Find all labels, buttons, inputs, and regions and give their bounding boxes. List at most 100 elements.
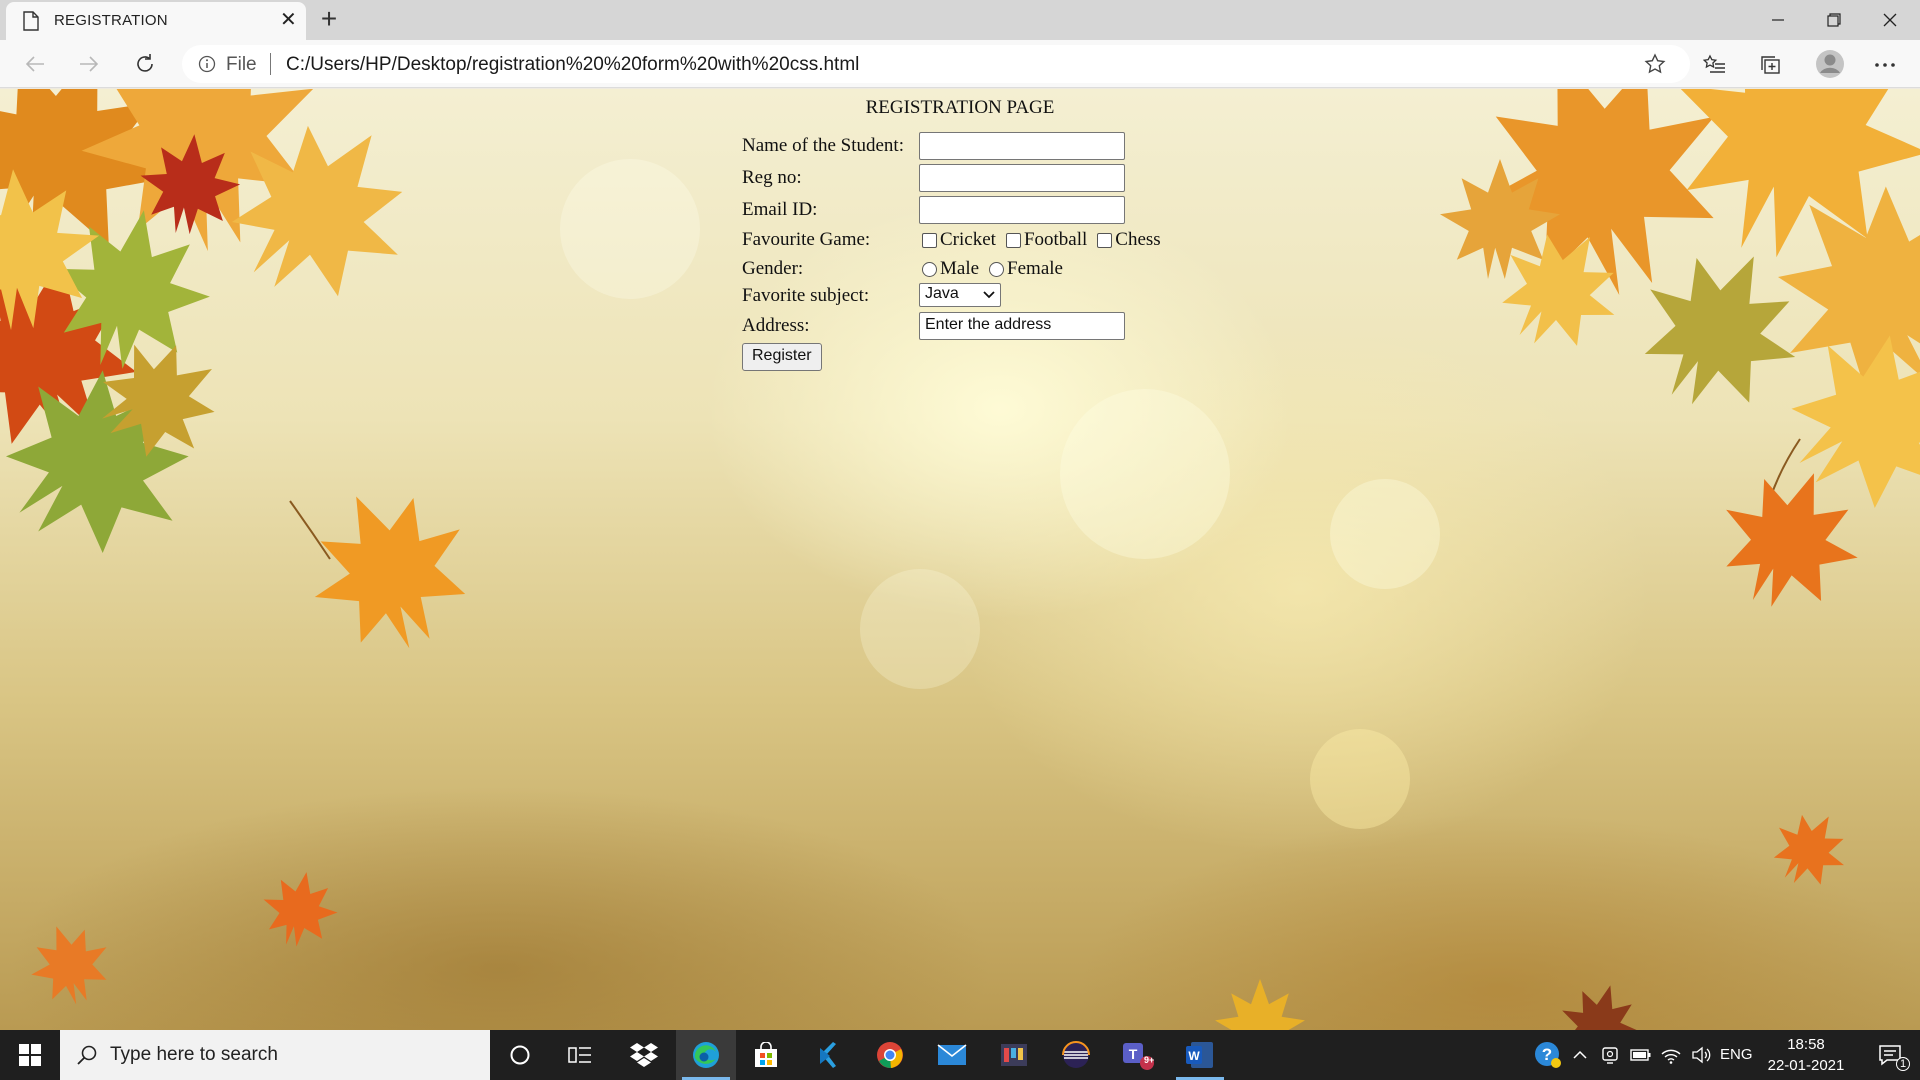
word-app[interactable]: W [1170,1030,1230,1080]
female-radio[interactable] [989,261,1005,277]
cortana-button[interactable] [490,1030,550,1080]
subject-select[interactable]: Java [919,283,1001,307]
eclipse-app[interactable] [1046,1030,1106,1080]
kanban-app[interactable] [984,1030,1044,1080]
search-placeholder: Type here to search [110,1044,278,1065]
browser-toolbar: File C:/Users/HP/Desktop/registration%20… [0,40,1920,88]
address-input[interactable]: Enter the address [919,312,1125,340]
teams-app[interactable]: T 9+ [1108,1030,1168,1080]
cortana-circle-icon [510,1045,530,1065]
system-clock[interactable]: 18:58 22-01-2021 [1758,1034,1854,1076]
close-window-button[interactable] [1862,0,1918,40]
close-icon [1883,13,1897,27]
football-label: Football [1023,229,1088,250]
forward-button[interactable] [72,48,106,80]
football-checkbox[interactable] [1005,232,1021,248]
task-view-icon [568,1047,591,1063]
svg-text:?: ? [1542,1045,1552,1064]
collections-button[interactable] [1758,52,1784,78]
chess-checkbox[interactable] [1097,232,1113,248]
refresh-icon [137,54,153,72]
network-button[interactable] [1658,1030,1684,1080]
more-menu-button[interactable] [1872,52,1898,78]
chess-label: Chess [1115,229,1161,250]
battery-button[interactable] [1628,1030,1654,1080]
address-bar[interactable]: File C:/Users/HP/Desktop/registration%20… [182,45,1690,83]
avatar-icon [1816,50,1844,78]
svg-text:T: T [1129,1046,1138,1062]
address-scheme: File [226,54,257,75]
address-url[interactable]: C:/Users/HP/Desktop/registration%20%20fo… [286,54,859,76]
forward-arrow-icon [80,56,99,72]
help-tray-button[interactable]: ? [1532,1030,1564,1080]
leaf-cluster-top-right [1439,89,1920,546]
info-icon[interactable] [198,55,216,73]
page-icon [23,11,39,31]
collections-icon [1761,56,1780,74]
female-label: Female [1007,258,1063,279]
favorites-button[interactable] [1702,52,1728,78]
profile-button[interactable] [1814,48,1846,80]
back-button[interactable] [18,48,52,80]
meet-now-button[interactable] [1598,1030,1622,1080]
subject-selected-value: Java [925,285,959,302]
browser-tab-bar: REGISTRATION ✕ + [0,0,1920,40]
cricket-label: Cricket [940,229,996,250]
dropbox-app[interactable] [614,1030,674,1080]
svg-text:W: W [1188,1049,1200,1063]
edge-app[interactable] [676,1030,736,1080]
show-hidden-icons-button[interactable] [1568,1030,1592,1080]
vscode-icon [820,1042,836,1068]
favorite-star-icon[interactable] [1644,53,1666,75]
subject-label: Favorite subject: [742,285,870,306]
back-arrow-icon [25,56,44,72]
search-icon [77,1045,97,1065]
store-app[interactable] [736,1030,796,1080]
falling-leaves [18,438,1880,1030]
male-radio[interactable] [922,261,937,277]
name-input[interactable] [919,132,1125,160]
taskbar-search-box[interactable]: Type here to search [60,1030,490,1080]
clock-time: 18:58 [1787,1036,1825,1053]
restore-icon [1827,13,1841,27]
input-language[interactable]: ENG [1720,1046,1753,1063]
volume-button[interactable] [1688,1030,1714,1080]
new-tab-button[interactable]: + [314,4,344,34]
favorites-list-icon [1703,54,1725,73]
battery-icon [1630,1049,1651,1061]
minimize-button[interactable] [1750,0,1806,40]
cricket-checkbox[interactable] [922,232,937,248]
name-label: Name of the Student: [742,135,904,156]
gender-label: Gender: [742,258,804,279]
email-input[interactable] [919,196,1125,224]
restore-button[interactable] [1806,0,1862,40]
microsoft-store-icon [755,1042,777,1067]
email-label: Email ID: [742,199,818,220]
taskbar: Type here to search T 9+ W ? ENG 18:58 2… [0,1030,1920,1080]
mail-app[interactable] [922,1030,982,1080]
vscode-app[interactable] [798,1030,858,1080]
gender-options: Male Female [920,258,1071,280]
teams-badge: 9+ [1144,1055,1155,1065]
more-dots-icon [1875,63,1895,67]
mail-envelope-icon [937,1044,967,1065]
close-tab-icon[interactable]: ✕ [280,10,297,30]
start-button[interactable] [0,1030,60,1080]
chrome-app[interactable] [860,1030,920,1080]
leaf-cluster-top-left [0,89,446,594]
register-button[interactable]: Register [742,343,822,371]
refresh-button[interactable] [128,48,162,80]
action-center-button[interactable]: 1 [1866,1030,1914,1080]
chevron-down-icon [983,291,995,299]
page-viewport: REGISTRATION PAGE Name of the Student: R… [0,89,1920,1030]
windows-logo-icon [19,1044,41,1066]
dropbox-icon [630,1043,658,1067]
browser-tab[interactable]: REGISTRATION ✕ [6,2,306,40]
page-title: REGISTRATION PAGE [865,97,1055,118]
regno-input[interactable] [919,164,1125,192]
eclipse-icon [1062,1041,1090,1068]
board-app-icon [1001,1044,1027,1066]
camera-icon [1602,1047,1618,1064]
tab-title: REGISTRATION [54,12,168,29]
task-view-button[interactable] [550,1030,610,1080]
